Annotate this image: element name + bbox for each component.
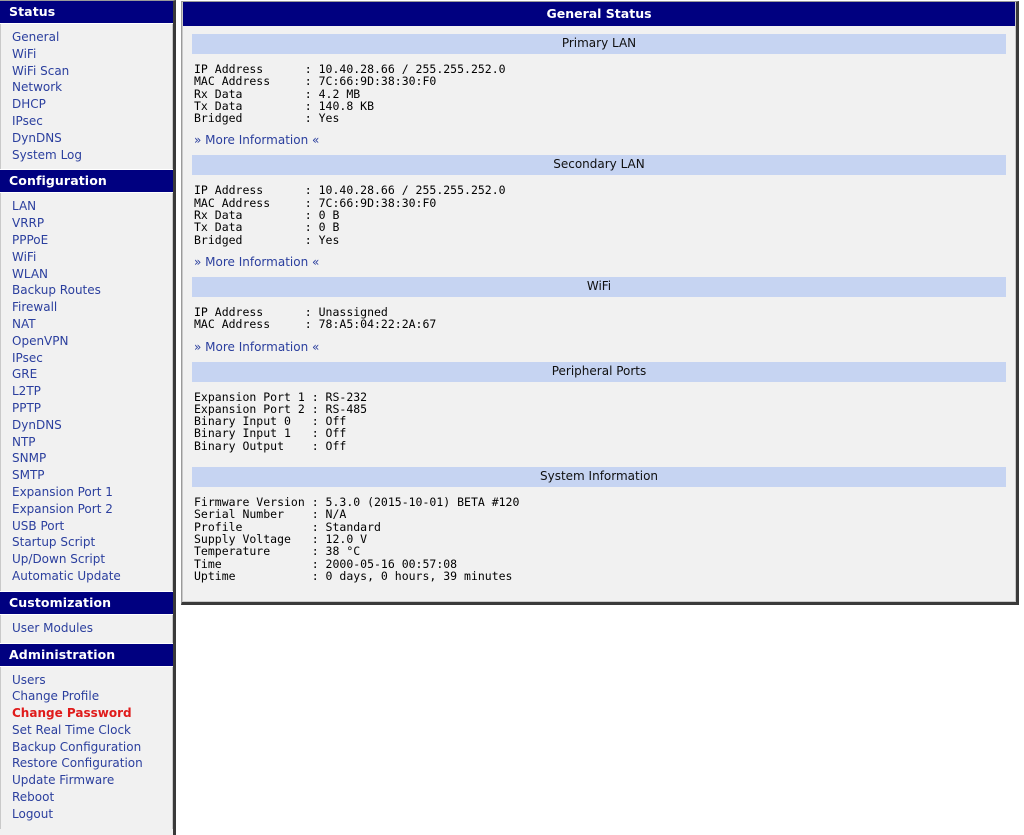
sidebar-item-user-modules[interactable]: User Modules xyxy=(1,620,172,637)
nav-list: Users Change Profile Change Password Set Re… xyxy=(0,666,173,829)
nav-group-title: Customization xyxy=(0,590,173,615)
section-heading: System Information xyxy=(192,467,1006,488)
sidebar-item-reboot[interactable]: Reboot xyxy=(1,789,172,806)
sidebar-item-restore-configuration[interactable]: Restore Configuration xyxy=(1,755,172,772)
sidebar-item-startup-script[interactable]: Startup Script xyxy=(1,534,172,551)
sidebar-item-system-log[interactable]: System Log xyxy=(1,147,172,164)
sidebar-item-backup-routes[interactable]: Backup Routes xyxy=(1,282,172,299)
sidebar-item-l2tp[interactable]: L2TP xyxy=(1,383,172,400)
section-wifi: WiFi IP Address : Unassigned MAC Address … xyxy=(183,276,1015,354)
sidebar-item-logout[interactable]: Logout xyxy=(1,806,172,823)
content-panel: General Status Primary LAN IP Address : 1… xyxy=(181,1,1019,606)
sidebar-item-firewall[interactable]: Firewall xyxy=(1,299,172,316)
section-system-information: System Information Firmware Version : 5.3… xyxy=(183,467,1015,589)
nav-group-title: Administration xyxy=(0,642,173,667)
sidebar-item-pppoe[interactable]: PPPoE xyxy=(1,232,172,249)
section-body: Expansion Port 1 : RS-232 Expansion Port… xyxy=(183,382,1015,459)
sidebar-item-nat[interactable]: NAT xyxy=(1,316,172,333)
sidebar-item-general[interactable]: General xyxy=(1,29,172,46)
section-keyvalue-text: IP Address : Unassigned MAC Address : 78… xyxy=(194,304,437,332)
sidebar-item-lan[interactable]: LAN xyxy=(1,198,172,215)
section-secondary-lan: Secondary LAN IP Address : 10.40.28.66 / … xyxy=(183,155,1015,269)
more-information-link[interactable]: » More Information « xyxy=(194,133,319,147)
sidebar-item-set-real-time-clock[interactable]: Set Real Time Clock xyxy=(1,722,172,739)
section-heading: Secondary LAN xyxy=(192,155,1006,176)
section-body: IP Address : Unassigned MAC Address : 78… xyxy=(183,297,1015,354)
sidebar-item-vrrp[interactable]: VRRP xyxy=(1,215,172,232)
section-heading: WiFi xyxy=(192,276,1006,297)
sidebar-item-smtp[interactable]: SMTP xyxy=(1,467,172,484)
sidebar-item-backup-configuration[interactable]: Backup Configuration xyxy=(1,739,172,756)
sidebar-item-dyndns[interactable]: DynDNS xyxy=(1,417,172,434)
nav-list: User Modules xyxy=(0,614,173,643)
section-body: IP Address : 10.40.28.66 / 255.255.252.0… xyxy=(183,175,1015,269)
section-keyvalue-text: Expansion Port 1 : RS-232 Expansion Port… xyxy=(194,389,368,453)
sidebar-item-usb-port[interactable]: USB Port xyxy=(1,518,172,535)
section-peripheral-ports: Peripheral Ports Expansion Port 1 : RS-23… xyxy=(183,361,1015,459)
nav-group-title: Configuration xyxy=(0,169,173,194)
sidebar-item-wifi[interactable]: WiFi xyxy=(1,46,172,63)
sidebar-item-expansion-port-1[interactable]: Expansion Port 1 xyxy=(1,484,172,501)
nav-group-status: Status General WiFi WiFi Scan Network DHCP IPs… xyxy=(0,1,173,170)
sidebar-item-users[interactable]: Users xyxy=(1,672,172,689)
sidebar-item-ipsec[interactable]: IPsec xyxy=(1,350,172,367)
sidebar-item-openvpn[interactable]: OpenVPN xyxy=(1,333,172,350)
section-keyvalue-text: IP Address : 10.40.28.66 / 255.255.252.0… xyxy=(194,62,506,126)
sidebar-item-change-password[interactable]: Change Password xyxy=(1,705,172,722)
sidebar-item-wlan[interactable]: WLAN xyxy=(1,266,172,283)
section-primary-lan: Primary LAN IP Address : 10.40.28.66 / 25… xyxy=(183,34,1015,147)
more-information-link[interactable]: » More Information « xyxy=(194,340,319,354)
sidebar-item-dyndns[interactable]: DynDNS xyxy=(1,130,172,147)
router-admin-page: Status General WiFi WiFi Scan Network DHCP IPs… xyxy=(0,0,1024,835)
sidebar-item-ipsec[interactable]: IPsec xyxy=(1,113,172,130)
section-heading: Peripheral Ports xyxy=(192,361,1006,382)
nav-group-administration: Administration Users Change Profile Change … xyxy=(0,642,173,829)
sidebar-item-snmp[interactable]: SNMP xyxy=(1,450,172,467)
section-heading: Primary LAN xyxy=(192,34,1006,54)
sidebar-item-wifi-scan[interactable]: WiFi Scan xyxy=(1,63,172,80)
sidebar-item-ntp[interactable]: NTP xyxy=(1,434,172,451)
sidebar-item-expansion-port-2[interactable]: Expansion Port 2 xyxy=(1,501,172,518)
status-sections: Primary LAN IP Address : 10.40.28.66 / 25… xyxy=(183,34,1015,589)
nav-group-title: Status xyxy=(0,1,173,24)
section-body: Firmware Version : 5.3.0 (2015-10-01) BE… xyxy=(183,487,1015,589)
sidebar-item-update-firmware[interactable]: Update Firmware xyxy=(1,772,172,789)
sidebar-item-up-down-script[interactable]: Up/Down Script xyxy=(1,551,172,568)
sidebar-item-dhcp[interactable]: DHCP xyxy=(1,96,172,113)
sidebar-navigation: Status General WiFi WiFi Scan Network DHCP IPs… xyxy=(0,0,176,835)
content-inner: General Status Primary LAN IP Address : 1… xyxy=(182,2,1016,603)
sidebar-item-network[interactable]: Network xyxy=(1,79,172,96)
section-keyvalue-text: Firmware Version : 5.3.0 (2015-10-01) BE… xyxy=(194,495,520,583)
nav-list: General WiFi WiFi Scan Network DHCP IPsec DynD… xyxy=(0,24,173,170)
section-keyvalue-text: IP Address : 10.40.28.66 / 255.255.252.0… xyxy=(194,183,506,247)
sidebar-item-wifi[interactable]: WiFi xyxy=(1,249,172,266)
section-body: IP Address : 10.40.28.66 / 255.255.252.0… xyxy=(183,54,1015,148)
nav-group-configuration: Configuration LAN VRRP PPPoE WiFi WLAN Backup … xyxy=(0,169,173,591)
nav-group-customization: Customization User Modules xyxy=(0,590,173,643)
nav-list: LAN VRRP PPPoE WiFi WLAN Backup Routes Firewal… xyxy=(0,193,173,591)
sidebar-item-gre[interactable]: GRE xyxy=(1,366,172,383)
sidebar-item-change-profile[interactable]: Change Profile xyxy=(1,688,172,705)
page-title: General Status xyxy=(183,2,1015,26)
sidebar-item-pptp[interactable]: PPTP xyxy=(1,400,172,417)
more-information-link[interactable]: » More Information « xyxy=(194,255,319,269)
sidebar-item-automatic-update[interactable]: Automatic Update xyxy=(1,568,172,585)
